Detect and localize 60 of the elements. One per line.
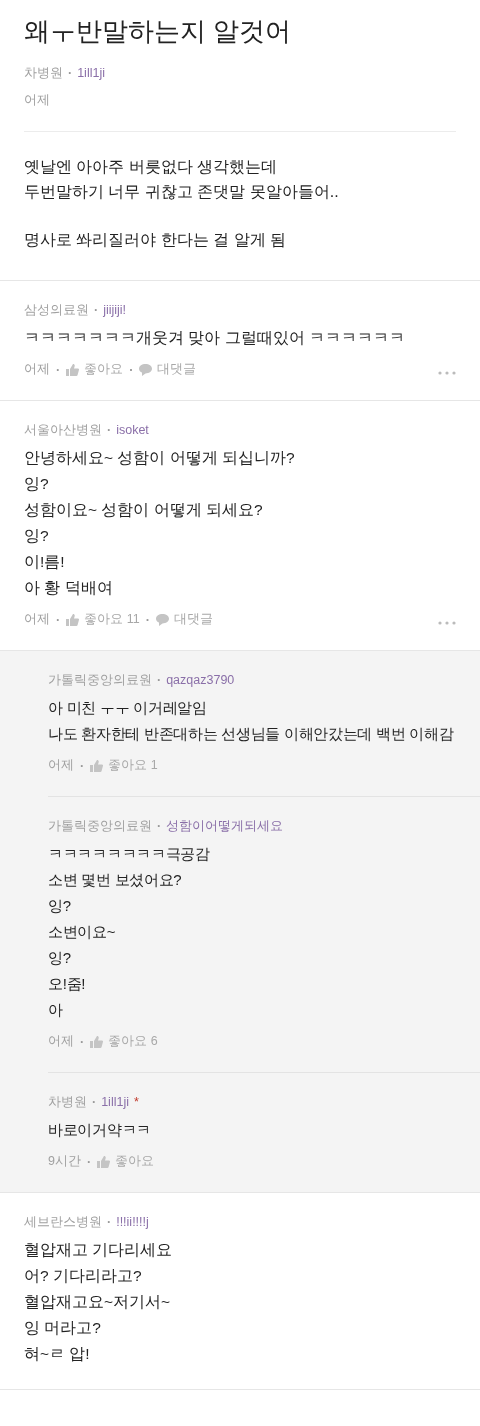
author-name[interactable]: isoket [116, 421, 149, 439]
separator-dot: · [80, 1034, 85, 1049]
post-paragraph: 명사로 쏴리질러야 한다는 걸 알게 됨 [24, 230, 288, 250]
separator-dot: · [86, 1154, 92, 1169]
hospital-name: 서울아산병원 [24, 422, 102, 439]
reply-text: 바로이거약ㅋㅋ [48, 1120, 152, 1140]
reply-text: ㅋㅋㅋㅋㅋㅋㅋㅋ극공감 소변 몇번 보셨어요? 잉? 소변이요~ 잉? 오!줌! 아 [48, 844, 211, 1020]
separator-dot: · [92, 1094, 97, 1111]
author-name[interactable]: 1ill1ji [77, 64, 105, 82]
comment-time: 어제 [24, 611, 50, 628]
like-button[interactable]: 좋아요 1 [90, 757, 158, 774]
post-paragraph: 옛날엔 아아주 버릇없다 생각했는데 두번말하기 너무 귀찮고 존댓말 못알아들어.. [24, 157, 340, 202]
separator-dot: · [107, 1214, 112, 1231]
thumbs-up-icon [66, 363, 80, 376]
reply-time: 어제 [48, 757, 74, 774]
like-button[interactable]: 좋아요 [97, 1153, 155, 1170]
more-icon[interactable] [438, 370, 456, 375]
separator-dot: · [157, 818, 162, 835]
like-button[interactable]: 좋아요 11 [66, 611, 140, 628]
reply-text: 아 미친 ㅜㅜ 이거레알임 나도 환자한테 반존대하는 선생님들 이해안갔는데 백번 이해감 [48, 698, 455, 744]
comment-text: 안녕하세요~ 성함이 어떻게 되십니까? 잉? 성함이요~ 성함이 어떻게 되세요? 잉? 이!름! 아 황 덕배여 [24, 448, 296, 598]
author-name[interactable]: 성함이어떻게되세요 [166, 817, 284, 835]
separator-dot: · [80, 758, 85, 773]
thumbs-up-icon [97, 1155, 111, 1168]
reply-time: 어제 [48, 1033, 74, 1050]
reply-button[interactable]: 대댓글 [155, 611, 213, 628]
author-name[interactable]: jiijiji! [103, 301, 127, 319]
separator-dot: · [157, 672, 162, 689]
comment-text: ㅋㅋㅋㅋㅋㅋㅋ개웃겨 맞아 그럴때있어 ㅋㅋㅋㅋㅋㅋ [24, 328, 406, 348]
thumbs-up-icon [66, 613, 80, 626]
author-name[interactable]: qazqaz3790 [166, 671, 235, 689]
post-date: 어제 [24, 92, 51, 109]
comment-time: 어제 [24, 361, 50, 378]
hospital-name: 차병원 [48, 1094, 87, 1111]
separator-dot: · [56, 612, 61, 627]
speech-bubble-icon [139, 363, 153, 376]
hospital-name: 가톨릭중앙의료원 [48, 818, 152, 835]
author-asterisk: * [133, 1094, 139, 1111]
separator-dot: · [129, 362, 134, 377]
author-name[interactable]: 1ill1ji [101, 1093, 129, 1111]
speech-bubble-icon [155, 613, 169, 626]
like-button[interactable]: 좋아요 6 [90, 1033, 158, 1050]
post-title: 왜ㅜ반말하는지 알것어 [24, 15, 293, 48]
separator-dot: · [56, 362, 61, 377]
hospital-name: 세브란스병원 [24, 1214, 102, 1231]
reply-button[interactable]: 대댓글 [139, 361, 197, 378]
hospital-name: 가톨릭중앙의료원 [48, 672, 152, 689]
separator-dot: · [94, 302, 99, 319]
thumbs-up-icon [90, 759, 104, 772]
author-name[interactable]: !!!ii!!!!j [116, 1213, 149, 1231]
separator-dot: · [107, 422, 112, 439]
thumbs-up-icon [90, 1035, 104, 1048]
separator-dot: · [68, 65, 73, 82]
more-icon[interactable] [438, 620, 456, 625]
hospital-name: 차병원 [24, 65, 63, 82]
reply-time: 9시간 [48, 1153, 81, 1170]
like-button[interactable]: 좋아요 [66, 361, 124, 378]
hospital-name: 삼성의료원 [24, 302, 89, 319]
separator-dot: · [145, 612, 150, 627]
comment-text: 혈압재고 기다리세요 어? 기다리라고? 혈압재고요~저기서~ 잉 머라고? 혀~ㄹ 압! [24, 1240, 174, 1364]
